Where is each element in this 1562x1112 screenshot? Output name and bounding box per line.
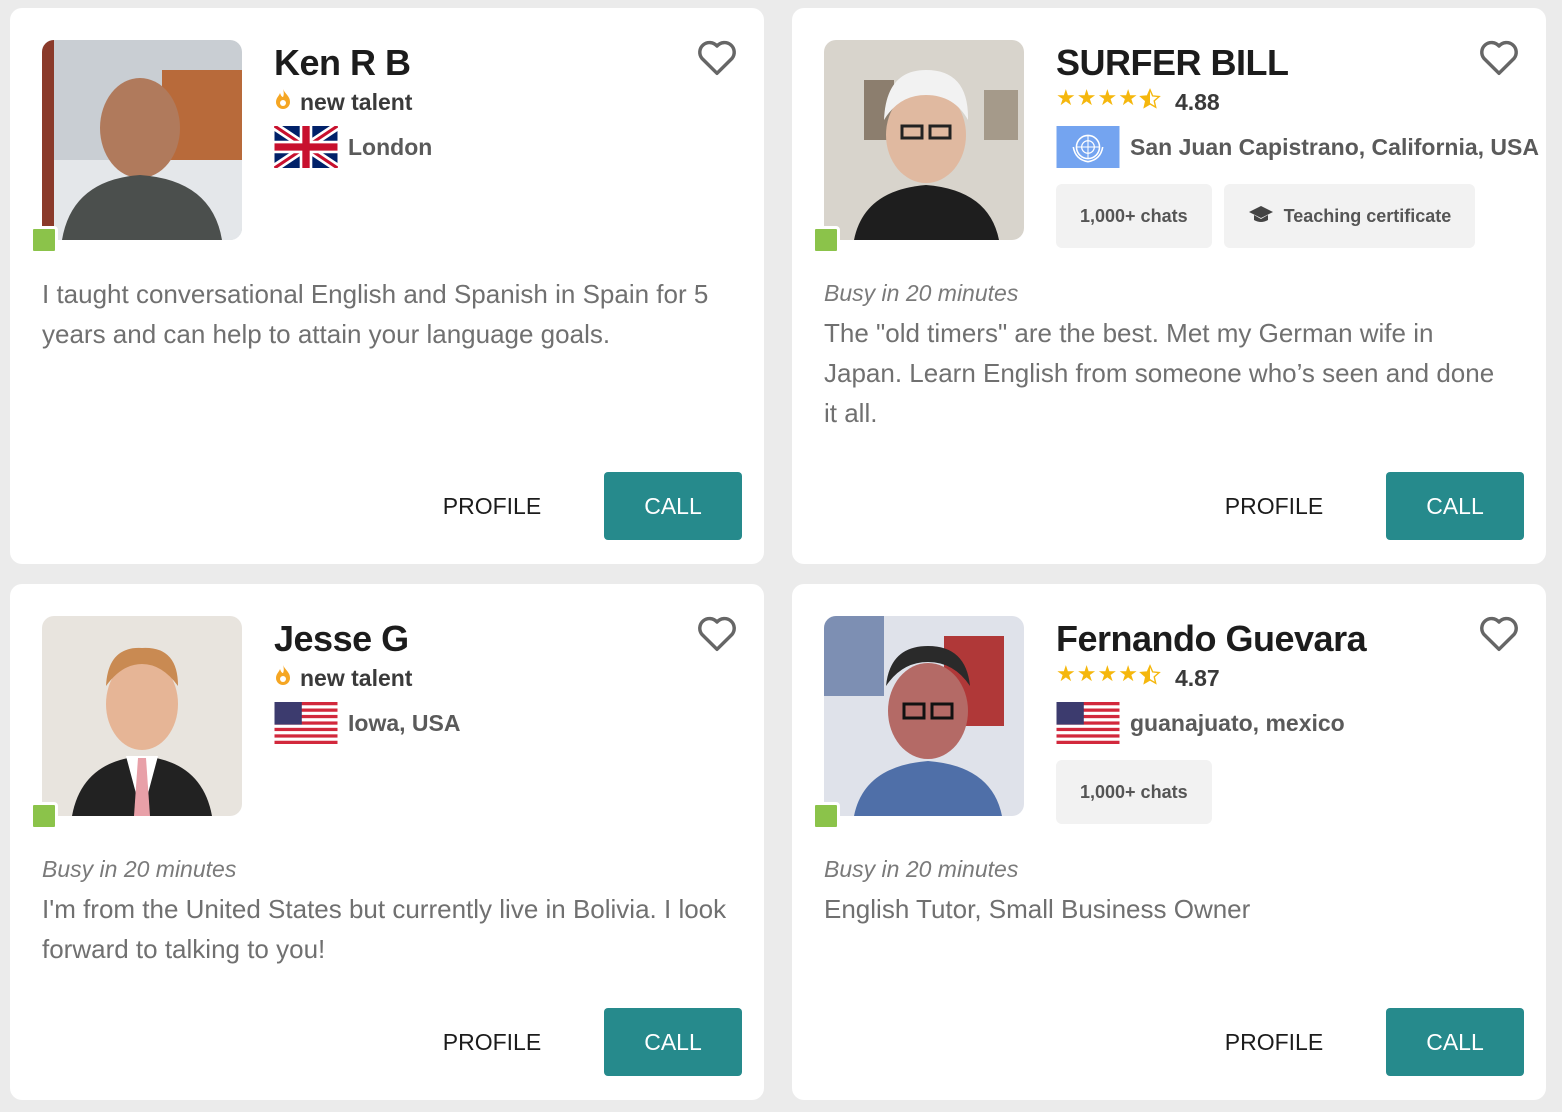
online-indicator xyxy=(30,226,58,254)
new-talent-tag: new talent xyxy=(274,88,412,116)
chats-badge: 1,000+ chats xyxy=(1056,760,1212,824)
star-icon: ★ xyxy=(1118,86,1138,111)
star-icon: ★ xyxy=(1097,86,1118,111)
star-icon: ★ xyxy=(1056,662,1076,687)
favorite-heart-icon[interactable] xyxy=(1476,610,1522,656)
call-button[interactable]: CALL xyxy=(604,1008,742,1076)
favorite-heart-icon[interactable] xyxy=(694,34,740,80)
location: San Juan Capistrano, California, USA xyxy=(1056,126,1539,168)
tutor-name: Fernando Guevara xyxy=(1056,618,1367,659)
teaching-certificate-badge: Teaching certificate xyxy=(1223,184,1476,248)
tutor-bio: The "old timers" are the best. Met my Ge… xyxy=(824,318,1495,428)
tutor-card[interactable]: SURFER BILL ★ ★ ★ ★ 4.88 San Juan Capist… xyxy=(792,8,1546,564)
graduation-cap-icon xyxy=(1248,204,1274,229)
profile-button[interactable]: PROFILE xyxy=(1214,472,1334,540)
busy-status: Busy in 20 minutes xyxy=(824,856,1019,882)
chats-badge: 1,000+ chats xyxy=(1056,184,1212,248)
badge-list: 1,000+ chats Teaching certificate xyxy=(1056,184,1476,248)
tutor-card[interactable]: Ken R B new talent London I taught conve… xyxy=(10,8,764,564)
avatar[interactable] xyxy=(824,40,1024,240)
favorite-heart-icon[interactable] xyxy=(1476,34,1522,80)
half-star-icon xyxy=(1139,88,1161,116)
star-icon: ★ xyxy=(1076,86,1097,111)
uk-flag-icon xyxy=(274,126,338,168)
rating: ★ ★ ★ ★ 4.87 xyxy=(1056,664,1220,692)
online-indicator xyxy=(30,802,58,830)
badge-list: 1,000+ chats xyxy=(1056,760,1212,824)
tutor-bio: I'm from the United States but currently… xyxy=(42,894,727,964)
favorite-heart-icon[interactable] xyxy=(694,610,740,656)
tutor-card[interactable]: Fernando Guevara ★ ★ ★ ★ 4.87 guanajuato… xyxy=(792,584,1546,1100)
half-star-icon xyxy=(1139,664,1161,692)
new-talent-tag: new talent xyxy=(274,664,412,692)
us-flag-icon xyxy=(274,702,338,744)
rating-stars: ★ ★ ★ ★ xyxy=(1056,88,1161,116)
tutor-bio: English Tutor, Small Business Owner xyxy=(824,894,1251,924)
profile-button[interactable]: PROFILE xyxy=(432,472,552,540)
tutor-card[interactable]: Jesse G new talent Iowa, USA Busy in 20 … xyxy=(10,584,764,1100)
busy-status: Busy in 20 minutes xyxy=(824,280,1019,306)
location: London xyxy=(274,126,432,168)
flame-icon xyxy=(274,664,292,692)
avatar[interactable] xyxy=(42,616,242,816)
profile-button[interactable]: PROFILE xyxy=(1214,1008,1334,1076)
star-icon: ★ xyxy=(1118,662,1138,687)
rating: ★ ★ ★ ★ 4.88 xyxy=(1056,88,1220,116)
rating-stars: ★ ★ ★ ★ xyxy=(1056,664,1161,692)
us-flag-icon xyxy=(1056,702,1120,744)
un-flag-icon xyxy=(1056,126,1120,168)
online-indicator xyxy=(812,802,840,830)
online-indicator xyxy=(812,226,840,254)
tutor-name: SURFER BILL xyxy=(1056,42,1289,83)
star-icon: ★ xyxy=(1097,662,1118,687)
busy-status: Busy in 20 minutes xyxy=(42,856,237,882)
tutor-name: Ken R B xyxy=(274,42,411,83)
profile-button[interactable]: PROFILE xyxy=(432,1008,552,1076)
location: guanajuato, mexico xyxy=(1056,702,1345,744)
star-icon: ★ xyxy=(1056,86,1076,111)
tutor-bio: I taught conversational English and Span… xyxy=(42,279,709,349)
flame-icon xyxy=(274,88,292,116)
call-button[interactable]: CALL xyxy=(1386,1008,1524,1076)
rating-value: 4.87 xyxy=(1174,664,1220,691)
rating-value: 4.88 xyxy=(1174,88,1220,115)
call-button[interactable]: CALL xyxy=(1386,472,1524,540)
tutor-name: Jesse G xyxy=(274,618,409,659)
avatar[interactable] xyxy=(824,616,1024,816)
star-icon: ★ xyxy=(1076,662,1097,687)
avatar[interactable] xyxy=(42,40,242,240)
call-button[interactable]: CALL xyxy=(604,472,742,540)
location: Iowa, USA xyxy=(274,702,460,744)
